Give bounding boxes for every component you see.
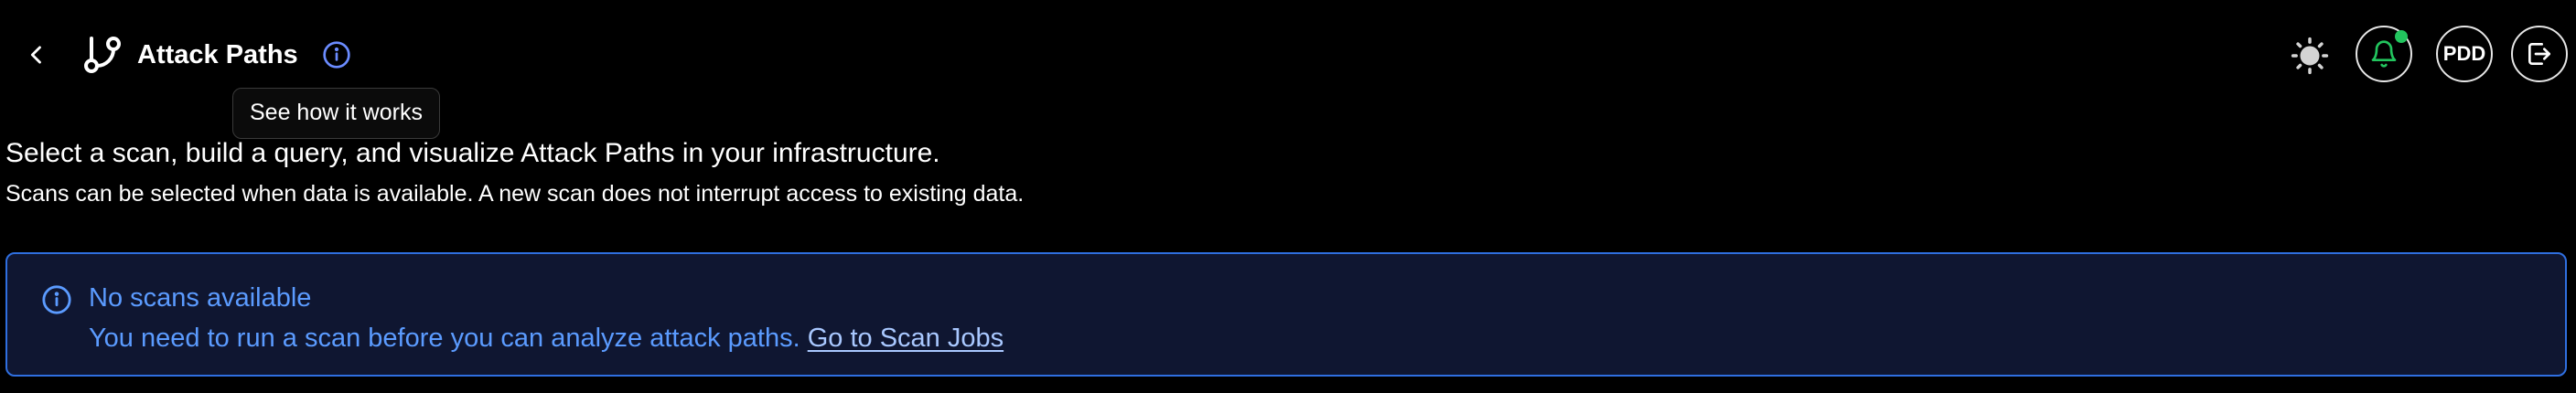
notifications-button[interactable] xyxy=(2356,26,2412,82)
attack-paths-page: Attack Paths See how it works PDD Select… xyxy=(0,0,2576,393)
user-avatar-button[interactable]: PDD xyxy=(2436,26,2493,82)
user-initials: PDD xyxy=(2442,42,2486,65)
info-circle-icon xyxy=(323,41,350,69)
logout-button[interactable] xyxy=(2511,26,2568,82)
theme-toggle-button[interactable] xyxy=(2289,35,2331,77)
notification-badge xyxy=(2395,30,2408,43)
bell-icon xyxy=(2371,40,2397,68)
sun-icon xyxy=(2291,37,2329,75)
go-to-scan-jobs-link[interactable]: Go to Scan Jobs xyxy=(808,324,1004,353)
page-header: Attack Paths See how it works PDD xyxy=(0,0,2576,139)
chevron-left-icon xyxy=(30,46,41,64)
info-tooltip: See how it works xyxy=(232,88,440,139)
info-circle-icon xyxy=(37,280,77,320)
logout-icon xyxy=(2528,43,2550,65)
page-subtitle: Select a scan, build a query, and visual… xyxy=(5,138,940,168)
see-how-it-works-button[interactable] xyxy=(317,38,357,71)
page-description: Scans can be selected when data is avail… xyxy=(5,181,1025,207)
no-scans-alert: No scans available You need to run a sca… xyxy=(5,252,2567,377)
alert-message: You need to run a scan before you can an… xyxy=(89,324,800,353)
page-title: Attack Paths xyxy=(137,40,298,69)
alert-title: No scans available xyxy=(89,283,312,313)
git-branch-icon xyxy=(77,29,128,80)
back-button[interactable] xyxy=(18,37,55,73)
alert-message-line: You need to run a scan before you can an… xyxy=(89,320,1004,356)
